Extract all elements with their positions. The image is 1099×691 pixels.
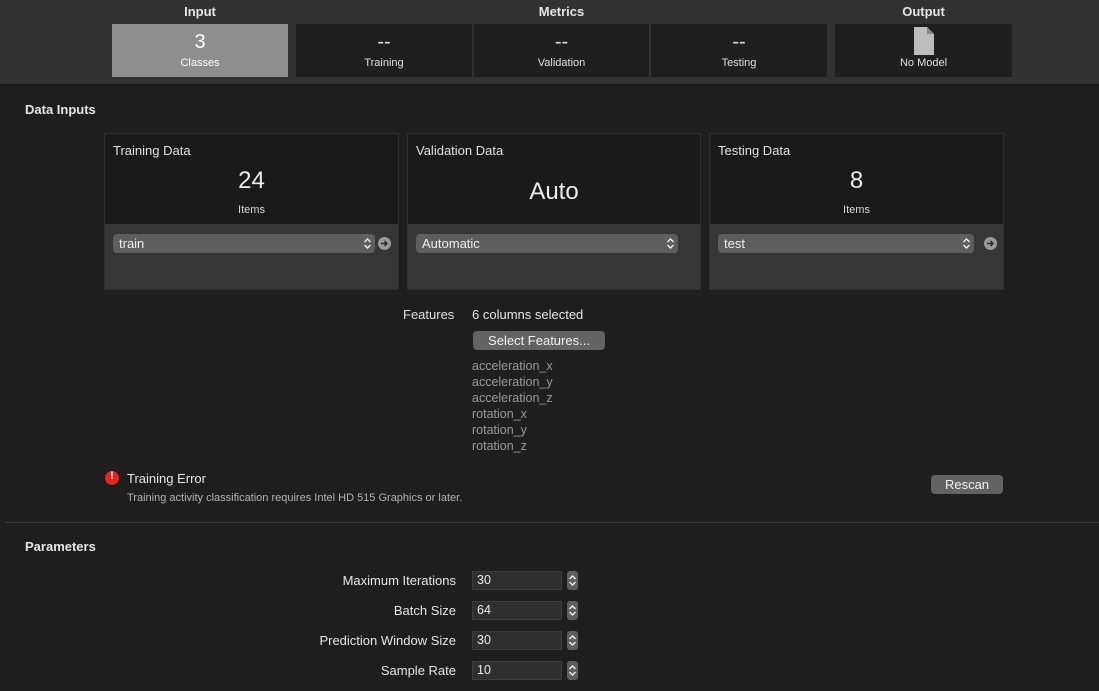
- parameters-heading: Parameters: [25, 539, 96, 554]
- testing-metric-tile[interactable]: -- Testing: [651, 24, 827, 77]
- training-item-count: 24: [238, 167, 265, 194]
- output-section-label: Output: [902, 4, 945, 19]
- batch-size-stepper[interactable]: [567, 601, 578, 620]
- list-item: rotation_z: [472, 439, 527, 453]
- training-data-title: Training Data: [113, 143, 191, 158]
- training-metric-value: --: [377, 31, 391, 53]
- up-down-chevron-icon: [963, 238, 970, 249]
- header-bar: Input Metrics Output 3 Classes -- Traini…: [0, 0, 1099, 85]
- training-source-value: train: [119, 236, 145, 251]
- up-down-chevron-icon: [667, 238, 674, 249]
- validation-source-area: Automatic: [408, 224, 700, 289]
- training-reveal-arrow-icon[interactable]: [378, 237, 391, 250]
- features-summary: 6 columns selected: [472, 307, 584, 322]
- section-divider: [5, 522, 1099, 523]
- prediction-window-label: Prediction Window Size: [319, 633, 456, 648]
- classes-count: 3: [194, 31, 206, 53]
- up-down-chevron-icon: [569, 635, 576, 646]
- validation-source-popup[interactable]: Automatic: [416, 234, 678, 253]
- testing-source-area: test: [710, 224, 1003, 289]
- validation-metric-label: Validation: [537, 57, 586, 69]
- testing-source-value: test: [724, 236, 745, 251]
- testing-metric-value: --: [732, 31, 746, 53]
- training-source-area: train: [105, 224, 398, 289]
- prediction-window-field[interactable]: 30: [472, 631, 562, 650]
- list-item: rotation_y: [472, 423, 527, 437]
- up-down-chevron-icon: [569, 665, 576, 676]
- output-tile[interactable]: No Model: [835, 24, 1012, 77]
- training-metric-label: Training: [364, 57, 404, 69]
- error-message: Training activity classification require…: [127, 492, 463, 504]
- validation-data-card: Validation Data Auto Automatic: [407, 133, 701, 290]
- rescan-button[interactable]: Rescan: [931, 475, 1003, 494]
- list-item: acceleration_x: [472, 359, 553, 373]
- training-metric-tile[interactable]: -- Training: [296, 24, 472, 77]
- max-iterations-field[interactable]: 30: [472, 571, 562, 590]
- up-down-chevron-icon: [569, 575, 576, 586]
- training-items-label: Items: [238, 204, 265, 216]
- features-label: Features: [403, 307, 455, 322]
- testing-metric-label: Testing: [721, 57, 757, 69]
- max-iterations-stepper[interactable]: [567, 571, 578, 590]
- up-down-chevron-icon: [364, 238, 371, 249]
- prediction-window-stepper[interactable]: [567, 631, 578, 650]
- data-inputs-heading: Data Inputs: [25, 102, 96, 117]
- batch-size-field[interactable]: 64: [472, 601, 562, 620]
- sample-rate-stepper[interactable]: [567, 661, 578, 680]
- input-section-label: Input: [184, 4, 216, 19]
- classes-tile[interactable]: 3 Classes: [112, 24, 288, 77]
- training-data-card: Training Data 24 Items train: [104, 133, 399, 290]
- list-item: rotation_x: [472, 407, 527, 421]
- validation-data-title: Validation Data: [416, 143, 504, 158]
- list-item: acceleration_z: [472, 391, 553, 405]
- testing-reveal-arrow-icon[interactable]: [984, 237, 997, 250]
- document-icon: [913, 27, 934, 55]
- exclamation-icon: !: [105, 470, 119, 485]
- list-item: acceleration_y: [472, 375, 553, 389]
- testing-item-count: 8: [849, 167, 864, 194]
- validation-source-value: Automatic: [422, 236, 480, 251]
- sample-rate-field[interactable]: 10: [472, 661, 562, 680]
- metrics-section-label: Metrics: [538, 4, 585, 19]
- validation-count: Auto: [529, 178, 579, 205]
- up-down-chevron-icon: [569, 605, 576, 616]
- batch-size-label: Batch Size: [393, 603, 456, 618]
- error-title: Training Error: [127, 471, 206, 486]
- testing-data-title: Testing Data: [718, 143, 791, 158]
- classes-label: Classes: [180, 57, 220, 69]
- testing-data-card: Testing Data 8 Items test: [709, 133, 1004, 290]
- validation-metric-tile[interactable]: -- Validation: [474, 24, 649, 77]
- output-label: No Model: [899, 57, 948, 69]
- validation-metric-value: --: [554, 31, 569, 53]
- sample-rate-label: Sample Rate: [380, 663, 456, 678]
- testing-source-popup[interactable]: test: [718, 234, 974, 253]
- max-iterations-label: Maximum Iterations: [342, 573, 456, 588]
- training-source-popup[interactable]: train: [113, 234, 375, 253]
- feature-column-list: acceleration_x acceleration_y accelerati…: [472, 358, 553, 454]
- select-features-button[interactable]: Select Features...: [473, 331, 605, 350]
- testing-items-label: Items: [843, 204, 870, 216]
